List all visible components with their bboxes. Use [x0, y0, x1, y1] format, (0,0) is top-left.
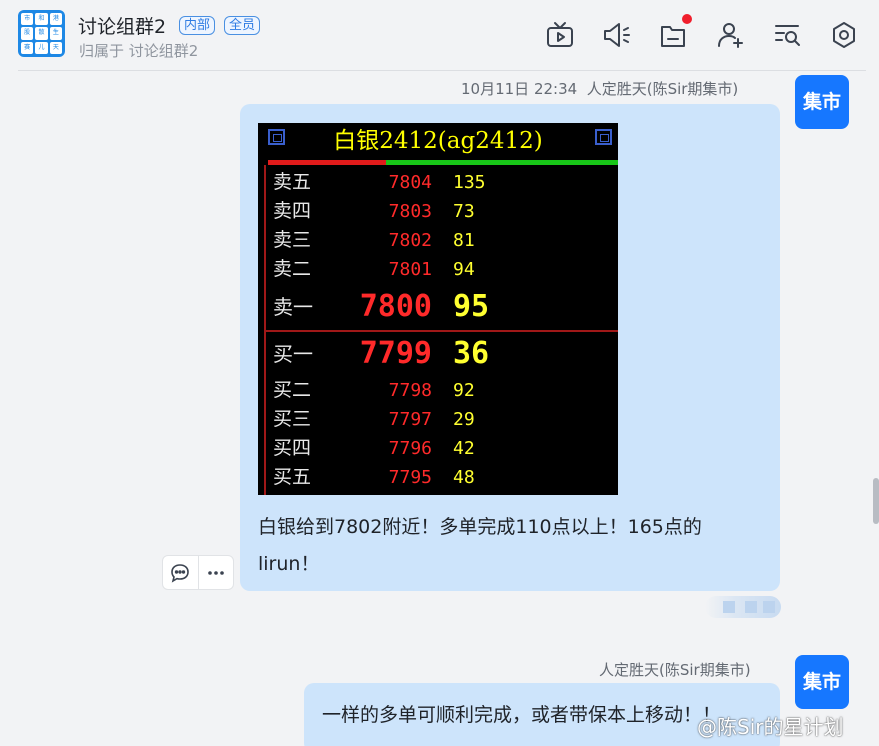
row-price: 7797: [388, 409, 432, 430]
message-text: 白银给到7802附近！多单完成110点以上！165点的: [258, 516, 702, 538]
row-price: 7796: [388, 438, 432, 459]
group-avatar[interactable]: 市 和 港 股 散 生 赛 儿 天: [18, 10, 65, 57]
row-price: 7799: [359, 336, 432, 371]
scrollbar-thumb[interactable]: [873, 478, 879, 524]
quote-divider: [264, 330, 618, 332]
group-title[interactable]: 讨论组群2: [78, 12, 166, 39]
avatar-cell: 和: [35, 13, 48, 26]
row-price: 7801: [388, 259, 432, 280]
reply-icon[interactable]: [163, 556, 199, 589]
avatar-cell: 天: [49, 41, 62, 54]
avatar-cell: 股: [21, 27, 34, 40]
message-text: lirun！: [258, 553, 320, 575]
watermark: @陈Sir的星计划: [697, 715, 844, 739]
message-time: 10月11日 22:34: [461, 80, 578, 98]
avatar-cell: 市: [21, 13, 34, 26]
all-staff-tag: 全员: [224, 16, 261, 35]
avatar-cell: 赛: [21, 41, 34, 54]
row-volume: 135: [453, 172, 486, 193]
quote-image[interactable]: 白银2412(ag2412) 卖五 7804 135 卖四 7803 73 卖三…: [258, 123, 618, 495]
buy-row: 买二 7798 92: [258, 376, 618, 405]
sender-avatar[interactable]: 集市: [795, 655, 849, 709]
window-icon: [595, 129, 612, 145]
sell-row: 卖一 7800 95: [258, 287, 618, 327]
row-volume: 73: [453, 201, 475, 222]
sell-row: 卖二 7801 94: [258, 255, 618, 284]
row-volume: 48: [453, 467, 475, 488]
folder-icon[interactable]: [658, 20, 688, 50]
sell-row: 卖五 7804 135: [258, 168, 618, 197]
sell-row: 卖三 7802 81: [258, 226, 618, 255]
row-price: 7798: [388, 380, 432, 401]
search-list-icon[interactable]: [773, 20, 803, 50]
buy-ratio-bar: [386, 160, 618, 165]
row-label: 卖一: [273, 295, 313, 319]
buy-row: 买五 7795 48: [258, 463, 618, 492]
sender-name[interactable]: 人定胜天(陈Sir期集市): [599, 659, 751, 680]
sender-name[interactable]: 人定胜天(陈Sir期集市): [587, 80, 739, 98]
row-volume: 36: [453, 336, 490, 371]
avatar-cell: 港: [49, 13, 62, 26]
message-meta: 10月11日 22:34 人定胜天(陈Sir期集市): [461, 78, 738, 99]
message-text: 一样的多单可顺利完成，或者带保本上移动！！: [322, 704, 722, 726]
message-actions: [162, 555, 234, 590]
row-label: 卖四: [273, 200, 312, 222]
row-label: 买三: [273, 408, 312, 430]
row-price: 7803: [388, 201, 432, 222]
group-subtitle: 归属于 讨论组群2: [79, 42, 199, 60]
row-volume: 29: [453, 409, 475, 430]
chat-header: 市 和 港 股 散 生 赛 儿 天 讨论组群2 内部 全员 归属于 讨论组群2: [0, 0, 879, 71]
header-divider: [18, 70, 866, 71]
row-label: 买一: [273, 342, 313, 366]
row-label: 买二: [273, 379, 312, 401]
internal-tag: 内部: [179, 16, 216, 35]
row-label: 卖五: [273, 171, 312, 193]
row-price: 7800: [359, 289, 432, 324]
sell-ratio-bar: [268, 160, 386, 165]
sell-row: 卖四 7803 73: [258, 197, 618, 226]
sender-avatar[interactable]: 集市: [795, 75, 849, 129]
row-price: 7802: [388, 230, 432, 251]
more-icon[interactable]: [199, 556, 234, 589]
avatar-cell: 散: [35, 27, 48, 40]
avatar-cell: 儿: [35, 41, 48, 54]
settings-icon[interactable]: [829, 20, 859, 50]
row-label: 卖三: [273, 229, 312, 251]
buy-row: 买三 7797 29: [258, 405, 618, 434]
row-label: 买四: [273, 437, 312, 459]
quote-title: 白银2412(ag2412): [333, 128, 543, 154]
row-price: 7804: [388, 172, 432, 193]
row-label: 买五: [273, 466, 312, 488]
add-member-icon[interactable]: [716, 20, 746, 50]
tv-icon[interactable]: [545, 20, 575, 50]
megaphone-icon[interactable]: [601, 20, 631, 50]
row-volume: 92: [453, 380, 475, 401]
row-volume: 42: [453, 438, 475, 459]
row-volume: 94: [453, 259, 475, 280]
window-icon: [268, 129, 285, 145]
row-label: 卖二: [273, 258, 312, 280]
buy-row: 买四 7796 42: [258, 434, 618, 463]
avatar-cell: 生: [49, 27, 62, 40]
read-status-blurred: [705, 596, 781, 618]
row-volume: 95: [453, 289, 490, 324]
row-volume: 81: [453, 230, 475, 251]
buy-row: 买一 7799 36: [258, 334, 618, 374]
notification-dot: [682, 14, 692, 24]
row-price: 7795: [388, 467, 432, 488]
